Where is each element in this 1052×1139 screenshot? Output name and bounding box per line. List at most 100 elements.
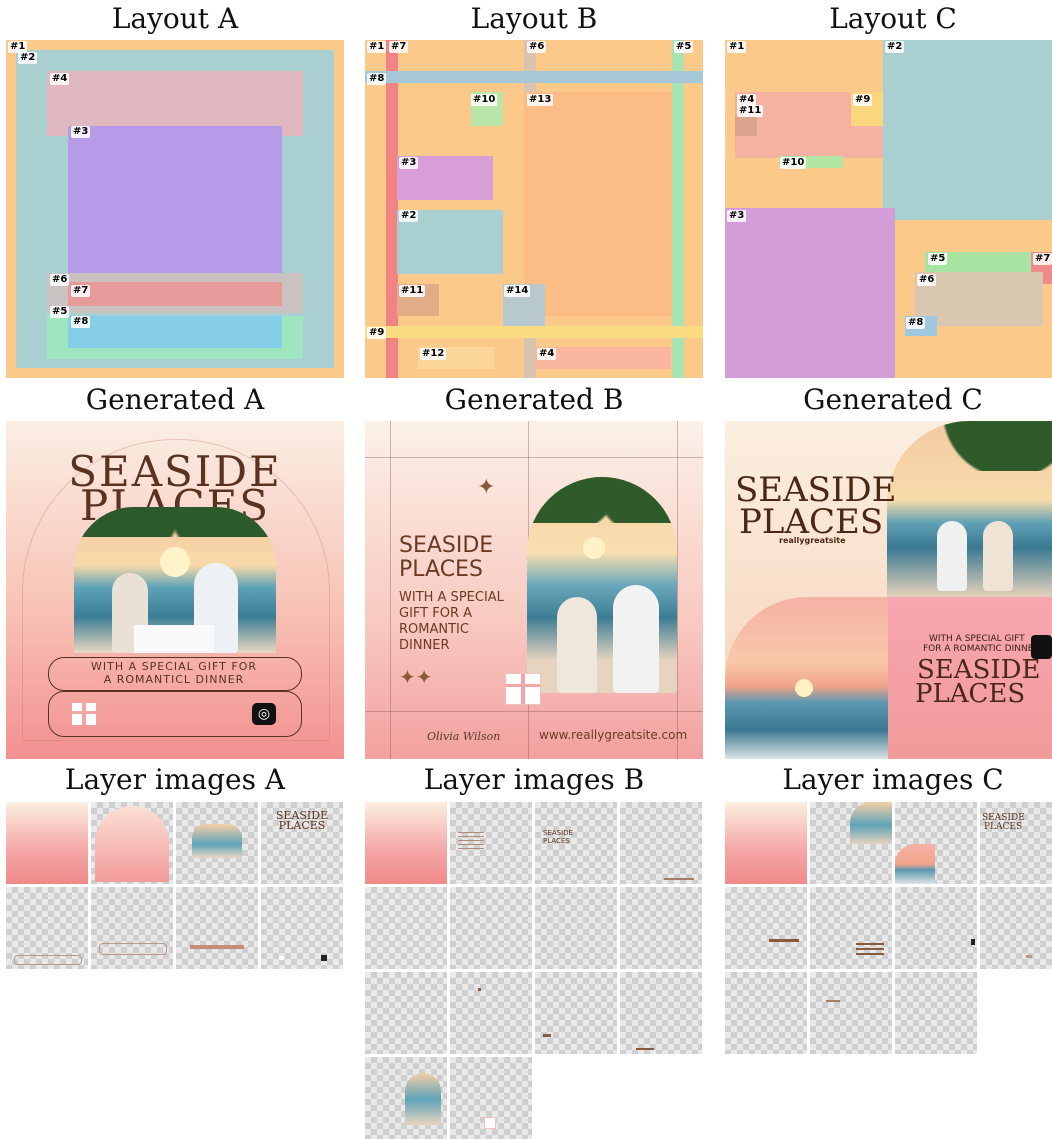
layout-c-tag: #7	[1033, 253, 1052, 265]
sun	[795, 679, 813, 697]
layer-b-thumb-4	[620, 802, 702, 884]
layer-b-thumb-8	[620, 887, 702, 969]
layout-b-box-9	[365, 326, 703, 338]
camera-icon	[1031, 635, 1052, 659]
layer-b-thumb-gift	[450, 1057, 532, 1139]
layout-b-box-13	[524, 92, 672, 316]
layout-a-tag: #6	[50, 274, 70, 286]
layer-c-thumb-sunset	[895, 802, 977, 884]
layout-b-tag: #6	[527, 41, 547, 53]
title-layer-b: Layer images B	[423, 763, 645, 796]
layer-c-thumb-10	[810, 972, 892, 1054]
layout-c-tag: #3	[727, 210, 747, 222]
layout-b-tag: #10	[471, 94, 498, 106]
guide-h-2	[365, 711, 703, 712]
layer-c-thumb-9	[725, 972, 807, 1054]
layer-c-thumb-7	[895, 887, 977, 969]
photo-sunset	[725, 597, 888, 759]
layout-b-tag: #1	[367, 41, 387, 53]
body-line-2: GIFT FOR A	[399, 606, 472, 621]
person-left	[557, 597, 597, 693]
layout-a-box-8	[68, 316, 282, 348]
thumb-text: PLACES	[984, 822, 1023, 832]
layout-a-tag: #2	[18, 52, 38, 64]
layer-c-thumb-background	[725, 802, 807, 884]
layout-b-tag: #5	[674, 41, 694, 53]
sub-line-1: WITH A SPECIAL GIFT	[929, 634, 1025, 644]
layout-b-tag: #11	[399, 285, 426, 297]
layer-b-thumb-12	[620, 972, 702, 1054]
layer-c-thumb-headline: SEASIDE PLACES	[980, 802, 1052, 884]
camera-icon: ◎	[252, 703, 276, 725]
layer-a-thumb-background	[6, 802, 88, 884]
layer-c-thumb-11	[895, 972, 977, 1054]
layout-a-box-3	[68, 126, 282, 276]
gift-icon	[72, 703, 96, 725]
layer-c-thumb-5	[725, 887, 807, 969]
layout-c-tag: #8	[906, 317, 926, 329]
layout-b-tag: #14	[504, 285, 531, 297]
layout-b-tag: #8	[367, 73, 387, 85]
table	[134, 625, 214, 653]
website-url[interactable]: www.reallygreatsite.com	[539, 729, 687, 741]
title-generated-a: Generated A	[85, 383, 265, 416]
title-layer-c: Layer images C	[782, 763, 1004, 796]
layer-b-thumb-11	[535, 972, 617, 1054]
subtitle-line-1: WITH A SPECIAL GIFT FOR	[90, 660, 258, 673]
sparkle-icon: ✦	[477, 475, 496, 500]
headline-line-2: PLACES	[739, 502, 884, 542]
layout-b-tag: #4	[537, 348, 557, 360]
layer-a-thumb-7	[176, 887, 258, 969]
headline2-line-2: PLACES	[915, 679, 1026, 709]
thumb-text: PLACES	[543, 837, 570, 845]
generated-b-poster: ✦ SEASIDE PLACES WITH A SPECIAL GIFT FOR…	[365, 421, 703, 759]
layout-c-tag: #5	[928, 253, 948, 265]
layout-b-tag: #3	[399, 157, 419, 169]
photo-couple	[887, 421, 1052, 597]
palm-leaves	[527, 477, 677, 523]
person-left	[937, 521, 967, 591]
guide-h-1	[365, 457, 703, 458]
layout-b-tag: #2	[399, 210, 419, 222]
layer-b-thumb-2	[450, 802, 532, 884]
layout-b-panel: #1 #7 #6 #5 #8 #10 #13 #3 #2 #11 #14 #9 …	[365, 40, 703, 378]
layer-b-thumb-photo	[365, 1057, 447, 1139]
guide-v-3	[677, 421, 678, 759]
sun	[160, 547, 190, 577]
layout-b-box-8	[365, 71, 703, 83]
title-layer-a: Layer images A	[64, 763, 286, 796]
generated-a-poster: SEASIDE PLACES WITH A SPECIAL GIFT FOR A…	[6, 421, 344, 759]
person-right	[613, 585, 659, 693]
palm-leaves	[887, 421, 1052, 471]
layout-a-tag: #3	[71, 126, 91, 138]
signature: Olivia Wilson	[427, 730, 501, 743]
body-line-1: WITH A SPECIAL	[399, 590, 504, 605]
layer-b-thumb-7	[535, 887, 617, 969]
palm-leaves	[74, 507, 276, 537]
layout-c-tag: #1	[727, 41, 747, 53]
layer-a-thumb-5	[6, 887, 88, 969]
title-generated-c: Generated C	[803, 383, 983, 416]
layer-b-thumb-headline: SEASIDE PLACES	[535, 802, 617, 884]
title-layout-c: Layout C	[829, 2, 957, 35]
layout-b-tag: #9	[367, 327, 387, 339]
person-right	[983, 521, 1013, 591]
layer-a-thumb-headline: SEASIDE PLACES	[261, 802, 343, 884]
layout-b-tag: #7	[389, 41, 409, 53]
layout-c-tag: #11	[737, 105, 764, 117]
layout-b-tag: #13	[527, 94, 554, 106]
layout-c-panel: #1 #2 #4 #11 #9 #10 #3 #5 #7 #6 #8	[725, 40, 1052, 378]
arch-photo	[527, 477, 677, 693]
photo-couple	[74, 507, 276, 653]
layout-c-tag: #10	[780, 157, 807, 169]
subtitle-line-2: A ROMANTICL DINNER	[103, 673, 245, 686]
layout-c-tag: #9	[853, 94, 873, 106]
headline-line-2: PLACES	[399, 557, 483, 582]
gift-box-icon	[505, 673, 541, 705]
layer-b-thumb-10	[450, 972, 532, 1054]
layer-c-thumb-photo	[810, 802, 892, 884]
layout-a-panel: #1 #2 #4 #3 #6 #7 #5 #8	[6, 40, 344, 378]
layer-b-thumb-background	[365, 802, 447, 884]
layout-c-box-11	[735, 114, 757, 136]
title-layout-a: Layout A	[111, 2, 239, 35]
